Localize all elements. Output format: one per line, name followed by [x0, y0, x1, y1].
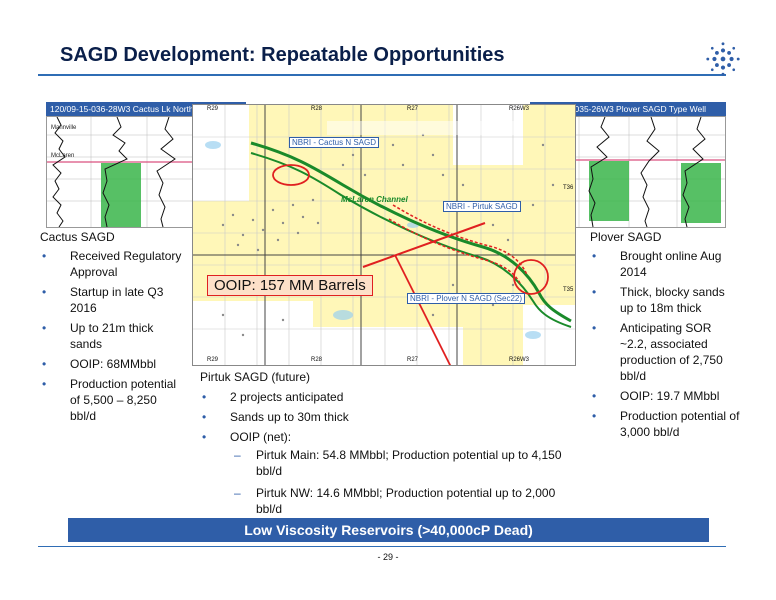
footer-divider — [38, 546, 726, 547]
footer-banner: Low Viscosity Reservoirs (>40,000cP Dead… — [68, 518, 709, 542]
list-item-text: OOIP (net): — [230, 430, 292, 444]
list-item: Thick, blocky sands up to 18m thick — [590, 284, 740, 316]
list-item: Production potential of 3,000 bbl/d — [590, 408, 740, 440]
cactus-heading: Cactus SAGD — [40, 230, 115, 244]
map-range-label-r29: R29 — [207, 106, 219, 112]
left-well-mannville-label: Mannville — [51, 125, 77, 131]
list-item: 2 projects anticipated — [200, 389, 562, 405]
list-item: Brought online Aug 2014 — [590, 248, 740, 280]
map-range-label-r28: R28 — [311, 106, 323, 112]
page-number: - 29 - — [377, 552, 399, 562]
map-label-cactus-sagd: NBRI - Cactus N SAGD — [289, 137, 380, 148]
map-range-label-r29-bottom: R29 — [207, 357, 219, 363]
plover-heading: Plover SAGD — [590, 230, 662, 244]
map-range-label-r27: R27 — [407, 106, 419, 112]
list-item: Startup in late Q3 2016 — [40, 284, 186, 316]
list-item: Received Regulatory Approval — [40, 248, 186, 280]
map-label-pirtuk-sagd: NBRI - Pirtuk SAGD — [443, 201, 521, 212]
company-logo-icon — [706, 42, 740, 76]
map-range-label-r26w3: R26W3 — [509, 106, 530, 112]
map-range-label-r28-bottom: R28 — [311, 357, 323, 363]
pirtuk-sub-list: Pirtuk Main: 54.8 MMbbl; Production pote… — [230, 447, 562, 517]
list-item: OOIP: 68MMbbl — [40, 356, 186, 372]
map-township-label-t36: T36 — [563, 185, 574, 191]
list-item: Production potential of 5,500 – 8,250 bb… — [40, 376, 186, 424]
sub-list-item: Pirtuk NW: 14.6 MMbbl; Production potent… — [230, 485, 562, 517]
pirtuk-heading: Pirtuk SAGD (future) — [200, 370, 311, 384]
map-label-mclaren-channel: McLaren Channel — [341, 195, 408, 204]
title-divider — [38, 74, 726, 76]
ooip-callout: OOIP: 157 MM Barrels — [207, 275, 373, 296]
sagd-lease-map: R29 R28 R27 R26W3 R29 R28 R27 R26W3 T36 … — [192, 104, 576, 366]
list-item: Up to 21m thick sands — [40, 320, 186, 352]
map-range-label-r27-bottom: R27 — [407, 357, 419, 363]
plover-bullet-list: Brought online Aug 2014 Thick, blocky sa… — [590, 248, 740, 444]
left-well-mclaren-label: McLaren — [51, 153, 75, 159]
sub-list-item: Pirtuk Main: 54.8 MMbbl; Production pote… — [230, 447, 562, 479]
list-item: OOIP (net): Pirtuk Main: 54.8 MMbbl; Pro… — [200, 429, 562, 517]
map-label-plover-sagd: NBRI - Plover N SAGD (Sec22) — [407, 293, 526, 304]
cactus-bullet-list: Received Regulatory Approval Startup in … — [40, 248, 186, 428]
map-range-label-r26w3-bottom: R26W3 — [509, 357, 530, 363]
page-title: SAGD Development: Repeatable Opportuniti… — [60, 44, 505, 66]
list-item: Anticipating SOR ~2.2, associated produc… — [590, 320, 740, 384]
list-item: Sands up to 30m thick — [200, 409, 562, 425]
map-township-label-t35: T35 — [563, 287, 574, 293]
list-item: OOIP: 19.7 MMbbl — [590, 388, 740, 404]
pirtuk-bullet-list: 2 projects anticipated Sands up to 30m t… — [200, 389, 562, 523]
